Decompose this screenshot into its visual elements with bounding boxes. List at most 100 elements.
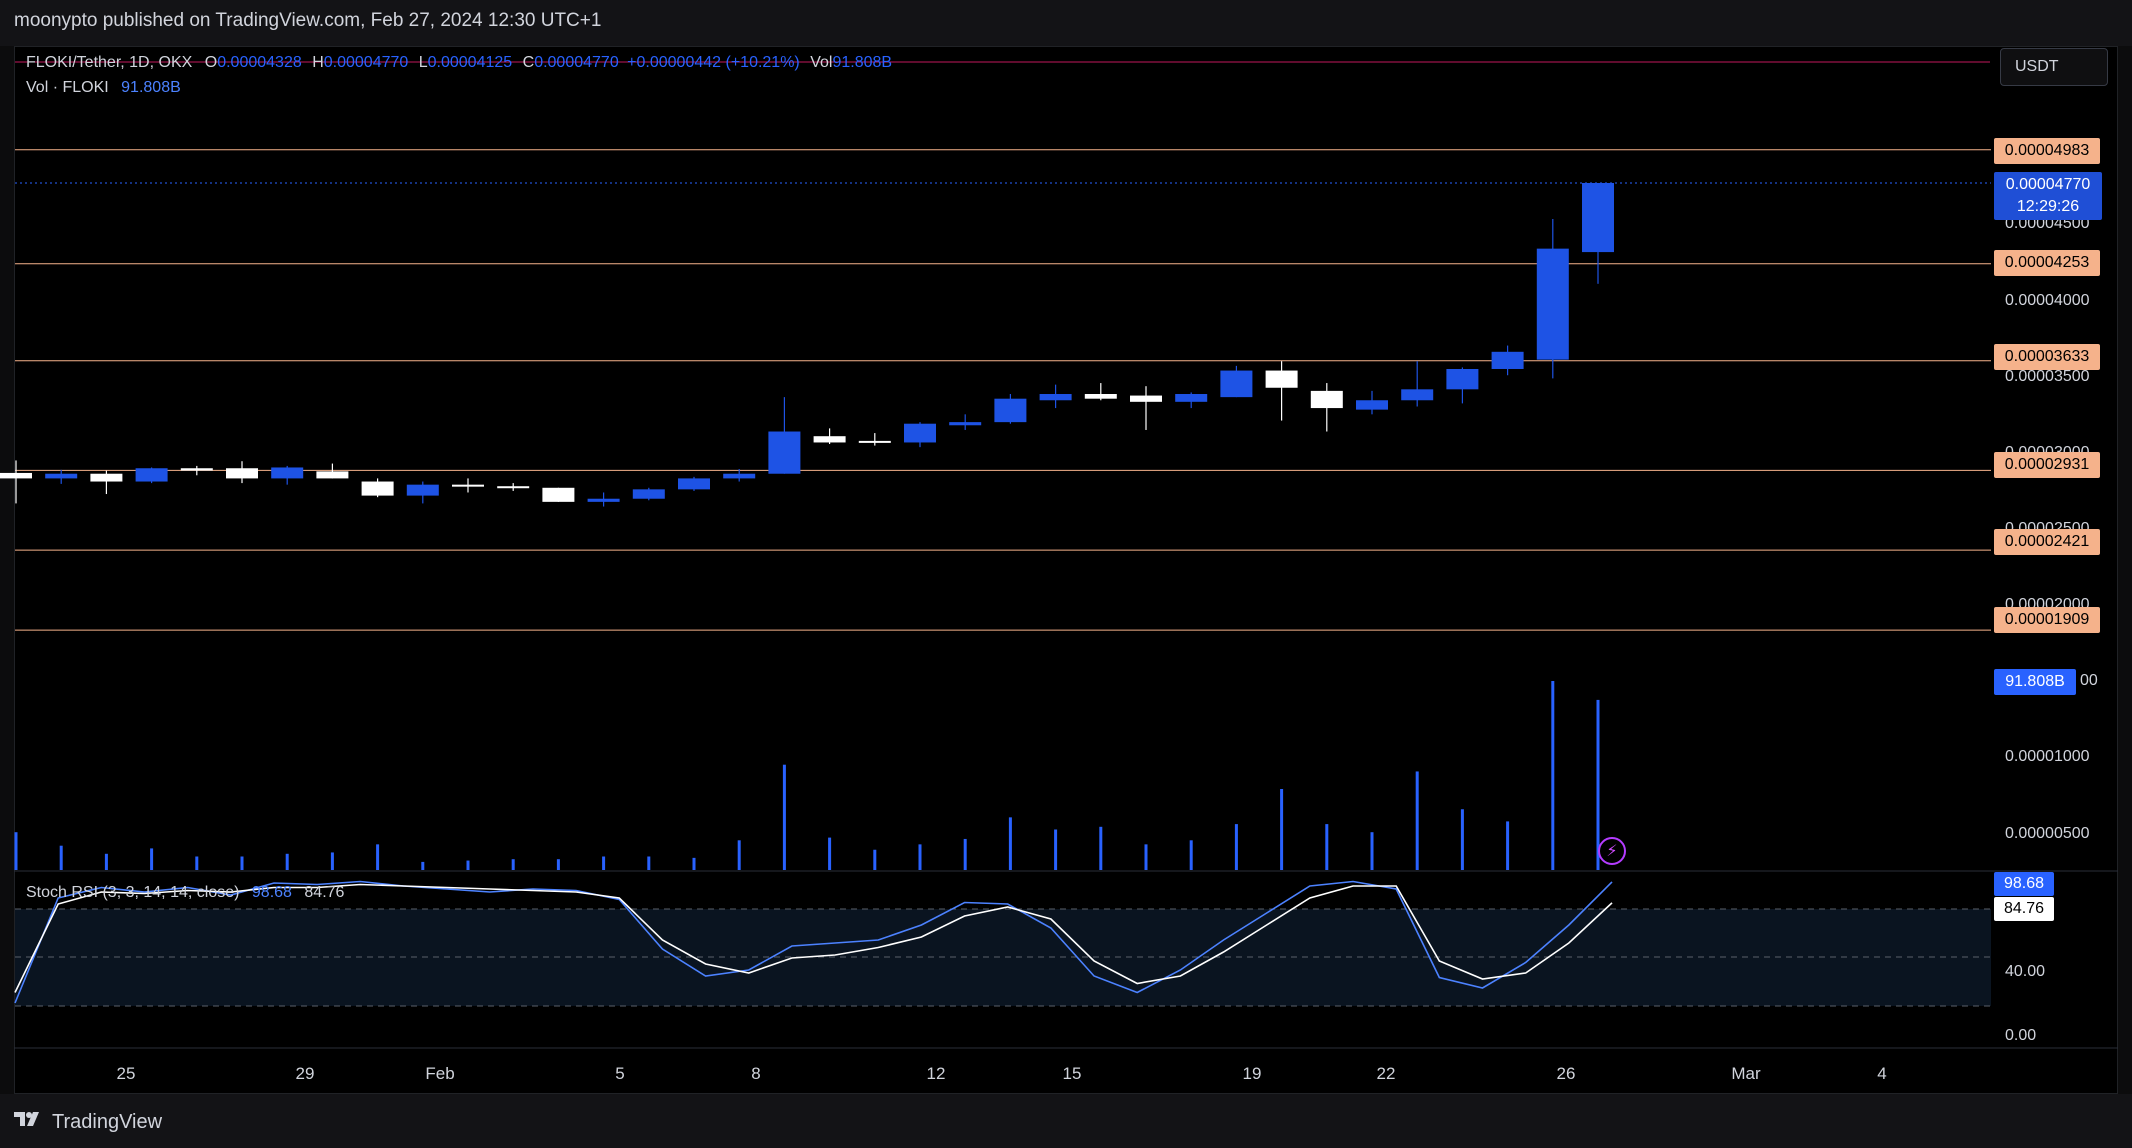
candles <box>0 183 1614 507</box>
volume-bar <box>782 764 786 870</box>
x-axis-label: 19 <box>1242 1064 1262 1083</box>
candle-body <box>1356 400 1388 410</box>
volume-bar <box>1099 826 1103 870</box>
candle-body <box>994 398 1027 423</box>
currency-button[interactable]: USDT <box>2000 48 2108 86</box>
volume-bar <box>14 832 18 870</box>
high-value: 0.00004770 <box>323 54 409 71</box>
stoch-tick: 0.00 <box>2005 1027 2037 1044</box>
volume-indicator-label[interactable]: Vol · FLOKI <box>26 79 109 96</box>
stoch-rsi-legend[interactable]: Stoch RSI (3, 3, 14, 14, close) 98.68 84… <box>26 884 344 902</box>
candle-body <box>1310 390 1343 409</box>
tradingview-mark-icon <box>14 1110 44 1134</box>
vol-value: 91.808B <box>832 54 893 71</box>
symbol-label[interactable]: FLOKI/Tether, 1D, OKX <box>26 54 192 71</box>
volume-bar <box>602 856 606 870</box>
stoch-k-axis-label: 98.68 <box>1994 872 2054 896</box>
price-tick-partial: 00 <box>2080 672 2098 689</box>
volume-bar <box>1551 681 1555 870</box>
x-axis-label: 12 <box>926 1064 946 1083</box>
x-axis-label: 15 <box>1062 1064 1082 1083</box>
open-label: O <box>204 54 218 71</box>
level-label[interactable]: 0.00004253 <box>1994 250 2100 276</box>
volume-bar <box>692 857 696 870</box>
candle-body <box>316 471 349 479</box>
candle-body <box>90 473 123 482</box>
x-axis-label: 25 <box>116 1064 136 1083</box>
volume-bar <box>150 848 154 870</box>
volume-bars <box>14 681 1600 870</box>
stoch-overbought-band <box>15 909 1991 1006</box>
volume-bar <box>828 837 832 870</box>
candle-body <box>271 467 304 479</box>
level-label[interactable]: 0.00002931 <box>1994 452 2100 478</box>
price-tick: 0.00001000 <box>2005 748 2090 765</box>
candle-body <box>226 468 258 479</box>
volume-bar <box>1506 821 1510 870</box>
high-label: H <box>312 54 324 71</box>
candle-body <box>768 431 801 474</box>
level-label[interactable]: 0.00003633 <box>1994 344 2100 370</box>
footer-bar <box>0 1094 2132 1148</box>
volume-legend[interactable]: Vol · FLOKI 91.808B <box>26 79 181 97</box>
volume-bar <box>285 853 289 870</box>
stoch-d-value: 84.76 <box>304 884 345 901</box>
close-value: 0.00004770 <box>534 54 619 71</box>
ohlc-legend[interactable]: FLOKI/Tether, 1D, OKX O0.00004328 H0.000… <box>26 54 892 72</box>
candle-body <box>0 472 32 479</box>
candle-body <box>542 487 575 502</box>
candle-body <box>1130 395 1162 402</box>
x-axis-label: 8 <box>751 1064 761 1083</box>
candle-body <box>406 484 439 496</box>
volume-bar <box>330 852 334 870</box>
volume-bar <box>873 849 877 870</box>
volume-bar <box>421 861 425 870</box>
tradingview-logo[interactable]: TradingView <box>14 1110 162 1134</box>
stoch-d-axis-label: 84.76 <box>1994 897 2054 921</box>
volume-bar <box>1415 771 1419 870</box>
low-label: L <box>418 54 428 71</box>
change-value: +0.00000442 (+10.21%) <box>627 54 800 71</box>
x-axis-label: 5 <box>615 1064 625 1083</box>
volume-bar <box>1370 832 1374 870</box>
last-price-label: 0.00004770 12:29:26 <box>1994 172 2102 220</box>
candle-body <box>1401 389 1434 401</box>
volume-bar <box>104 853 108 870</box>
price-tick: 0.00003500 <box>2005 368 2090 385</box>
candle-body <box>1491 351 1524 369</box>
level-label[interactable]: 0.00004983 <box>1994 138 2100 164</box>
x-axis-label: Mar <box>1731 1064 1761 1083</box>
open-value: 0.00004328 <box>217 54 302 71</box>
volume-bar <box>1460 809 1464 870</box>
vol-label: Vol <box>810 54 833 71</box>
volume-bar <box>1325 824 1329 870</box>
level-label[interactable]: 0.00001909 <box>1994 607 2100 633</box>
x-axis-label: 4 <box>1877 1064 1887 1083</box>
candle-body <box>678 478 710 490</box>
candle-body <box>1446 368 1479 390</box>
volume-bar <box>240 856 244 870</box>
countdown-timer: 12:29:26 <box>2016 198 2080 215</box>
candle-body <box>135 468 168 482</box>
volume-bar <box>59 845 63 870</box>
candle-body <box>723 473 756 479</box>
lightning-event-icon[interactable]: ⚡ <box>1598 837 1626 865</box>
horizontal-levels <box>15 149 1991 631</box>
candle-body <box>1265 370 1298 388</box>
x-axis-label: 26 <box>1556 1064 1576 1083</box>
level-label[interactable]: 0.00002421 <box>1994 529 2100 555</box>
candle-body <box>904 423 936 443</box>
volume-bar <box>737 840 741 870</box>
volume-bar <box>511 859 515 870</box>
volume-bar <box>647 856 651 870</box>
candle-body <box>1536 248 1569 360</box>
chart-canvas[interactable] <box>0 0 2132 1148</box>
tradingview-brand: TradingView <box>52 1110 163 1133</box>
candle-body <box>813 436 846 443</box>
x-axis-label: Feb <box>425 1064 455 1083</box>
x-axis-label: 22 <box>1376 1064 1396 1083</box>
x-axis-label: 29 <box>295 1064 315 1083</box>
volume-bar <box>1054 829 1058 870</box>
candle-body <box>632 489 665 499</box>
stoch-rsi-title[interactable]: Stoch RSI (3, 3, 14, 14, close) <box>26 884 239 901</box>
